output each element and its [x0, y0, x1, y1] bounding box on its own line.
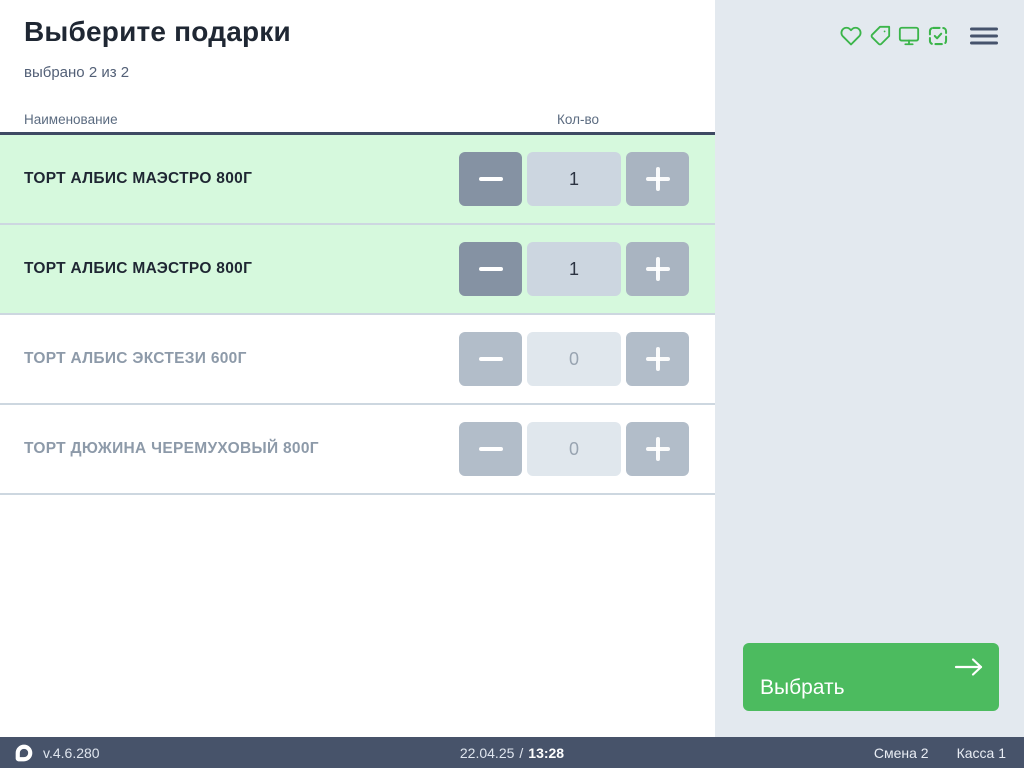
- minus-icon: [479, 447, 503, 451]
- plus-icon: [646, 437, 670, 461]
- register-label: Касса 1: [957, 745, 1006, 761]
- quantity-stepper: 1: [459, 152, 689, 206]
- select-button[interactable]: Выбрать: [743, 643, 999, 711]
- footer-date-separator: /: [519, 745, 523, 761]
- decrease-button[interactable]: [459, 422, 522, 476]
- gift-name: ТОРТ АЛБИС МАЭСТРО 800Г: [24, 260, 252, 278]
- footer-date: 22.04.25: [460, 745, 515, 761]
- gift-row: ТОРТ АЛБИС МАЭСТРО 800Г 1: [0, 225, 715, 315]
- selection-counter: выбрано 2 из 2: [24, 64, 129, 81]
- footer-left: v.4.6.280: [14, 737, 100, 768]
- arrow-right-icon: [953, 656, 985, 681]
- status-icon-bar: [840, 25, 998, 47]
- increase-button[interactable]: [626, 242, 689, 296]
- table-header: Наименование Кол-во: [0, 102, 715, 135]
- decrease-button[interactable]: [459, 242, 522, 296]
- gift-selection-screen: Выберите подарки выбрано 2 из 2 Наименов…: [0, 0, 1024, 768]
- gift-row: ТОРТ АЛБИС МАЭСТРО 800Г 1: [0, 135, 715, 225]
- minus-icon: [479, 177, 503, 181]
- decrease-button[interactable]: [459, 332, 522, 386]
- quantity-stepper: 1: [459, 242, 689, 296]
- monitor-icon[interactable]: [898, 25, 920, 47]
- column-header-qty: Кол-во: [557, 112, 599, 127]
- footer-datetime: 22.04.25 / 13:28: [460, 737, 564, 768]
- scan-check-icon[interactable]: [927, 25, 949, 47]
- app-logo-icon: [14, 743, 34, 763]
- tag-icon[interactable]: [869, 25, 891, 47]
- plus-icon: [646, 257, 670, 281]
- select-button-label: Выбрать: [760, 676, 845, 700]
- gift-name: ТОРТ АЛБИС МАЭСТРО 800Г: [24, 170, 252, 188]
- gift-row: ТОРТ АЛБИС ЭКСТЕЗИ 600Г 0: [0, 315, 715, 405]
- gift-row: ТОРТ ДЮЖИНА ЧЕРЕМУХОВЫЙ 800Г 0: [0, 405, 715, 495]
- minus-icon: [479, 267, 503, 271]
- increase-button[interactable]: [626, 332, 689, 386]
- status-bar: v.4.6.280 22.04.25 / 13:28 Смена 2 Касса…: [0, 737, 1024, 768]
- column-header-name: Наименование: [24, 112, 118, 127]
- increase-button[interactable]: [626, 152, 689, 206]
- quantity-value: 0: [527, 422, 621, 476]
- quantity-value: 0: [527, 332, 621, 386]
- plus-icon: [646, 347, 670, 371]
- right-sidebar: Выбрать: [715, 0, 1024, 737]
- menu-icon[interactable]: [970, 25, 998, 47]
- gift-name: ТОРТ ДЮЖИНА ЧЕРЕМУХОВЫЙ 800Г: [24, 440, 319, 458]
- footer-time: 13:28: [528, 745, 564, 761]
- quantity-stepper: 0: [459, 332, 689, 386]
- minus-icon: [479, 357, 503, 361]
- gift-rows: ТОРТ АЛБИС МАЭСТРО 800Г 1 ТОРТ АЛБИС МАЭ…: [0, 135, 715, 495]
- page-title: Выберите подарки: [24, 16, 291, 48]
- quantity-value: 1: [527, 242, 621, 296]
- gift-name: ТОРТ АЛБИС ЭКСТЕЗИ 600Г: [24, 350, 247, 368]
- increase-button[interactable]: [626, 422, 689, 476]
- quantity-value: 1: [527, 152, 621, 206]
- decrease-button[interactable]: [459, 152, 522, 206]
- app-version: v.4.6.280: [43, 745, 100, 761]
- gift-list-panel: Выберите подарки выбрано 2 из 2 Наименов…: [0, 0, 715, 737]
- plus-icon: [646, 167, 670, 191]
- quantity-stepper: 0: [459, 422, 689, 476]
- footer-right: Смена 2 Касса 1: [874, 737, 1006, 768]
- shift-label: Смена 2: [874, 745, 929, 761]
- heart-icon[interactable]: [840, 25, 862, 47]
